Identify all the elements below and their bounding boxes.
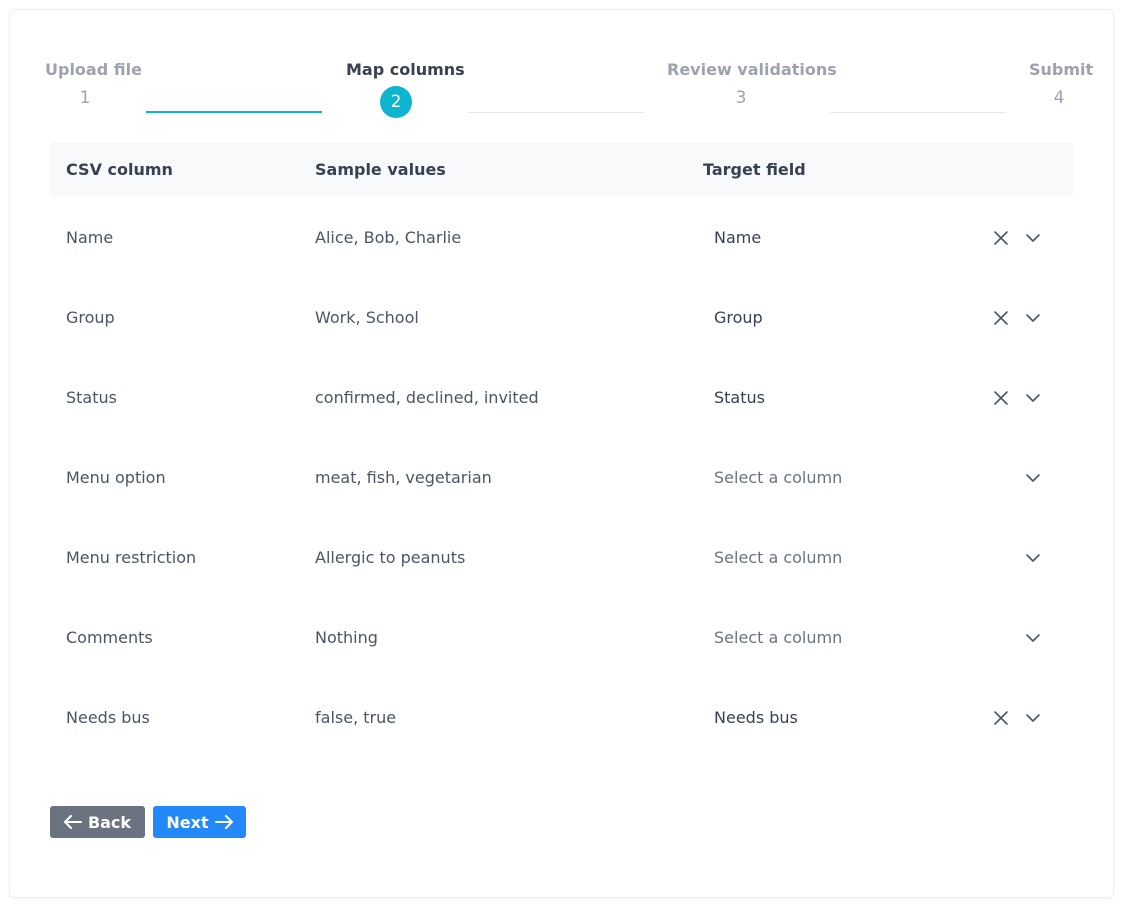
back-button[interactable]: Back	[50, 806, 145, 838]
header-sample-values: Sample values	[315, 160, 446, 179]
table-row: Name Alice, Bob, Charlie Name	[50, 197, 1074, 277]
clear-icon[interactable]	[992, 389, 1010, 407]
arrow-left-icon	[63, 815, 82, 829]
table-header: CSV column Sample values Target field	[50, 142, 1074, 197]
step-connector	[830, 112, 1006, 113]
csv-column-name: Menu option	[66, 468, 166, 487]
step-submit[interactable]: Submit 4	[1029, 60, 1094, 108]
step-number: 1	[79, 88, 91, 108]
table-row: Group Work, School Group	[50, 277, 1074, 357]
stepper: Upload file 1 Map columns 2 Review valid…	[10, 10, 1113, 130]
csv-column-name: Comments	[66, 628, 153, 647]
sample-values: confirmed, declined, invited	[315, 388, 539, 407]
step-connector	[468, 112, 644, 113]
step-label: Review validations	[667, 60, 837, 79]
clear-icon[interactable]	[992, 229, 1010, 247]
sample-values: Alice, Bob, Charlie	[315, 228, 462, 247]
chevron-down-icon[interactable]	[1024, 549, 1042, 567]
table-row: Comments Nothing Select a column	[50, 597, 1074, 677]
sample-values: Work, School	[315, 308, 419, 327]
table-row: Needs bus false, true Needs bus	[50, 677, 1074, 757]
step-number: 4	[1053, 88, 1065, 108]
step-label: Submit	[1029, 60, 1094, 79]
next-button[interactable]: Next	[153, 806, 246, 838]
chevron-down-icon[interactable]	[1024, 469, 1042, 487]
csv-column-name: Name	[66, 228, 114, 247]
table-row: Menu option meat, fish, vegetarian Select …	[50, 437, 1074, 517]
column-mapping-table: CSV column Sample values Target field Na…	[50, 142, 1074, 757]
sample-values: Nothing	[315, 628, 378, 647]
chevron-down-icon[interactable]	[1024, 709, 1042, 727]
step-upload-file[interactable]: Upload file 1	[45, 60, 142, 108]
sample-values: meat, fish, vegetarian	[315, 468, 492, 487]
step-label: Map columns	[346, 60, 465, 79]
csv-column-name: Menu restriction	[66, 548, 197, 567]
target-field-select[interactable]: Needs bus	[714, 708, 798, 727]
header-target-field: Target field	[703, 160, 806, 179]
chevron-down-icon[interactable]	[1024, 229, 1042, 247]
step-number: 3	[735, 88, 747, 108]
sample-values: Allergic to peanuts	[315, 548, 466, 567]
csv-column-name: Status	[66, 388, 117, 407]
target-field-select[interactable]: Select a column	[714, 468, 842, 487]
target-field-select[interactable]: Group	[714, 308, 763, 327]
target-field-select[interactable]: Name	[714, 228, 761, 247]
step-label: Upload file	[45, 60, 142, 79]
chevron-down-icon[interactable]	[1024, 389, 1042, 407]
header-csv-column: CSV column	[66, 160, 173, 179]
next-button-label: Next	[166, 812, 209, 832]
arrow-right-icon	[214, 815, 233, 829]
target-field-select[interactable]: Status	[714, 388, 765, 407]
target-field-select[interactable]: Select a column	[714, 548, 842, 567]
step-connector	[146, 111, 322, 113]
table-row: Status confirmed, declined, invited Status	[50, 357, 1074, 437]
chevron-down-icon[interactable]	[1024, 309, 1042, 327]
step-map-columns[interactable]: Map columns 2	[346, 60, 465, 118]
back-button-label: Back	[87, 812, 132, 832]
csv-column-name: Group	[66, 308, 115, 327]
clear-icon[interactable]	[992, 709, 1010, 727]
step-review-validations[interactable]: Review validations 3	[667, 60, 837, 108]
clear-icon[interactable]	[992, 309, 1010, 327]
chevron-down-icon[interactable]	[1024, 629, 1042, 647]
sample-values: false, true	[315, 708, 397, 727]
csv-column-name: Needs bus	[66, 708, 150, 727]
import-card: Upload file 1 Map columns 2 Review valid…	[10, 10, 1113, 897]
target-field-select[interactable]: Select a column	[714, 628, 842, 647]
step-number-badge: 2	[380, 86, 412, 118]
table-body: Name Alice, Bob, Charlie Name Group Work, Sc…	[50, 197, 1074, 757]
table-row: Menu restriction Allergic to peanuts Selec…	[50, 517, 1074, 597]
